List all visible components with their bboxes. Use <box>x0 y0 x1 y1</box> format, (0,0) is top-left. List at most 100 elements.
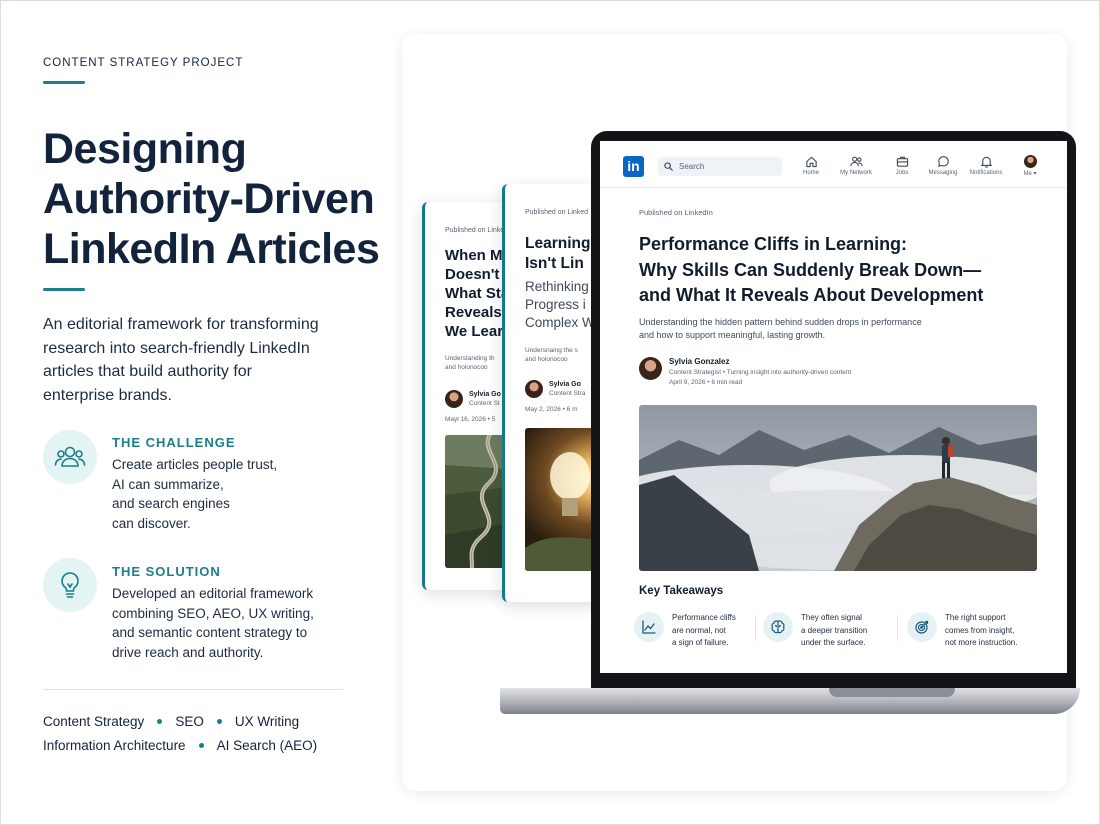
network-icon <box>849 156 863 167</box>
nav-label: Notifications <box>969 170 1003 176</box>
article-subtitle-line: Understanding the hidden pattern behind … <box>639 317 922 327</box>
tag: Content Strategy <box>43 714 145 729</box>
article-published: Published on LinkedIn <box>639 208 713 217</box>
takeaway-icon-circle <box>763 612 793 642</box>
article-author: Sylvia Gonzalez Content Strategist • Tur… <box>639 357 851 386</box>
lightbulb-icon <box>61 572 79 598</box>
tag-row: Information Architecture AI Search (AEO) <box>43 738 317 753</box>
author-role: Content Strategist • Turning insight int… <box>669 369 852 376</box>
linkedin-nav: in Search Home My Network Jobs Messaging… <box>600 141 1067 188</box>
eyebrow-rule <box>43 81 85 84</box>
solution-text: Developed an editorial framework combini… <box>112 584 352 662</box>
challenge-line: AI can summarize, <box>112 476 224 492</box>
takeaway-line: under the surface. <box>801 638 866 647</box>
tag: UX Writing <box>234 714 300 729</box>
takeaway-line: comes from insight, <box>945 625 1015 635</box>
takeaway-separator <box>755 615 756 641</box>
article-title-line: and What It Reveals About Development <box>639 285 984 305</box>
nav-my-network[interactable]: My Network <box>831 155 881 176</box>
eyebrow-label: CONTENT STRATEGY PROJECT <box>43 57 244 69</box>
takeaway-icon-circle <box>907 612 937 642</box>
laptop-base <box>500 688 1080 714</box>
challenge-line: Create articles people trust, <box>112 457 278 472</box>
title-rule <box>43 288 85 291</box>
card-subtitle-line: Progress i <box>525 297 586 312</box>
card-author: Sylvia Go Content Stra <box>525 380 586 398</box>
card-desc: Undersnaing the s and holonocoᴅ <box>525 346 578 364</box>
tag: SEO <box>175 714 204 729</box>
tag: Information Architecture <box>43 738 186 753</box>
nav-me[interactable]: Me ▾ <box>1005 155 1055 177</box>
nav-label: Me ▾ <box>1023 171 1037 177</box>
bell-icon <box>980 156 992 168</box>
chart-icon <box>642 620 656 634</box>
card-desc-line: Undersnaing the s <box>525 347 578 354</box>
solution-icon-circle <box>43 558 97 612</box>
takeaway-line: a sign of failure. <box>672 638 729 647</box>
key-takeaways-title: Key Takeaways <box>639 585 724 597</box>
home-icon <box>805 156 817 168</box>
takeaway-line: not more instruction. <box>945 638 1018 647</box>
article-date: April 9, 2026 • 6 min read <box>669 379 743 386</box>
bullet-dot <box>216 719 222 724</box>
article-subtitle: Understanding the hidden pattern behind … <box>639 316 922 342</box>
avatar <box>639 357 662 380</box>
brain-icon <box>771 620 785 634</box>
target-icon <box>915 620 929 634</box>
solution-line: and semantic content strategy to <box>112 625 308 640</box>
card-author-role: Content St <box>469 400 500 407</box>
solution-line: drive reach and authority. <box>112 644 264 660</box>
nav-label: Jobs <box>895 170 909 176</box>
article-title-line: Why Skills Can Suddenly Break Down— <box>639 259 982 280</box>
card-date: Mayl 16, 2026 • 5 <box>445 416 496 423</box>
card-subtitle: Rethinking Progress i Complex W <box>525 278 595 332</box>
solution-title: THE SOLUTION <box>112 564 221 579</box>
challenge-text: Create articles people trust, AI can sum… <box>112 455 352 533</box>
nav-notifications[interactable]: Notifications <box>961 155 1011 176</box>
tag-row: Content Strategy SEO UX Writing <box>43 714 299 729</box>
nav-label: Messaging <box>928 170 958 176</box>
takeaway-item: Performance cliffs are normal, not a sig… <box>634 612 752 650</box>
takeaway-item: The right support comes from insight, no… <box>907 612 1025 650</box>
card-desc-line: Understanding th <box>445 355 495 362</box>
nav-home[interactable]: Home <box>786 155 836 176</box>
intro-line: An editorial framework for transforming <box>43 316 319 333</box>
linkedin-logo[interactable]: in <box>623 156 644 177</box>
card-author: Sylvia Go Content St <box>445 390 501 408</box>
title-line: Designing <box>43 125 247 173</box>
bullet-dot <box>198 743 204 748</box>
card-desc-line: and holonocoᴅ <box>445 364 488 371</box>
challenge-line: can discover. <box>112 515 191 531</box>
profile-avatar <box>1023 155 1037 168</box>
article-title: Performance Cliffs in Learning: Why Skil… <box>639 232 983 309</box>
card-title-line: Learning <box>525 235 591 252</box>
card-author-role: Content Stra <box>549 390 586 397</box>
takeaway-icon-circle <box>634 612 664 642</box>
search-input[interactable]: Search <box>658 157 782 176</box>
card-date: May 2, 2026 • 6 m <box>525 406 578 413</box>
nav-label: Home <box>802 170 819 176</box>
card-desc: Understanding th and holonocoᴅ <box>445 354 495 372</box>
intro-line: articles that build authority for <box>43 363 252 380</box>
intro-line: enterprise brands. <box>43 386 172 404</box>
solution-line: Developed an editorial framework <box>112 586 314 601</box>
card-subtitle-line: Complex W <box>525 315 595 330</box>
title-line: LinkedIn Articles <box>43 225 380 273</box>
takeaway-text: Performance cliffs are normal, not a sig… <box>672 612 752 650</box>
intro-line: research into search-friendly LinkedIn <box>43 339 310 357</box>
author-name[interactable]: Sylvia Gonzalez <box>669 357 851 366</box>
avatar <box>445 390 463 408</box>
card-published: Published on Linked <box>525 209 589 216</box>
solution-line: combining SEO, AEO, UX writing, <box>112 605 314 621</box>
card-author-name: Sylvia Go <box>469 391 501 398</box>
takeaway-line: Performance cliffs <box>672 613 736 622</box>
page-title: Designing Authority-Driven LinkedIn Arti… <box>43 124 383 274</box>
card-subtitle-line: Rethinking <box>525 279 589 294</box>
takeaway-line: They often signal <box>801 613 862 622</box>
card-author-name: Sylvia Go <box>549 381 581 388</box>
challenge-line: and search engines <box>112 496 230 511</box>
takeaway-text: They often signal a deeper transition un… <box>801 612 881 650</box>
takeaway-text: The right support comes from insight, no… <box>945 612 1025 650</box>
takeaway-line: The right support <box>945 613 1006 622</box>
article-title-line: Performance Cliffs in Learning: <box>639 234 908 254</box>
